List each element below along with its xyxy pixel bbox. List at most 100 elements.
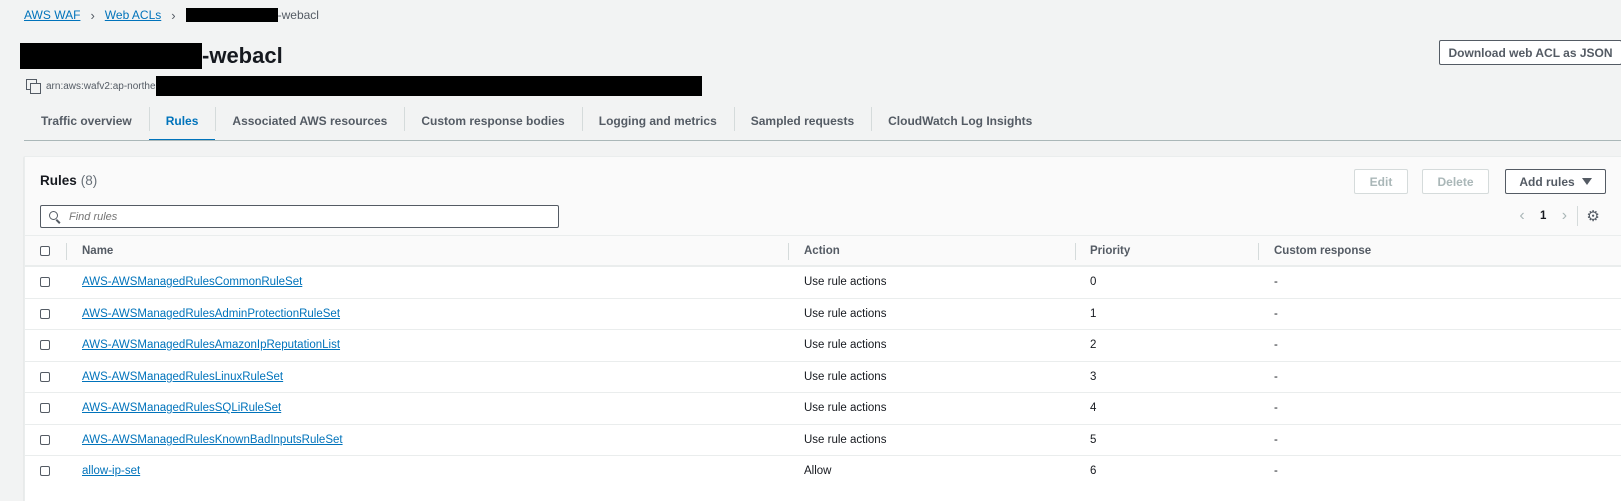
pagination: ‹ 1 › ⚙ — [1515, 206, 1600, 226]
breadcrumb-aws-waf[interactable]: AWS WAF — [24, 8, 80, 22]
tabs-divider — [24, 140, 1621, 141]
rule-name-link[interactable]: AWS-AWSManagedRulesSQLiRuleSet — [82, 402, 281, 414]
rules-table: Name Action Priority Custom response AWS… — [25, 235, 1621, 487]
chevron-right-icon: › — [171, 7, 176, 23]
chevron-right-icon[interactable]: › — [1557, 207, 1571, 225]
search-input[interactable] — [69, 210, 549, 223]
row-checkbox-cell — [40, 425, 50, 456]
row-checkbox[interactable] — [40, 308, 50, 319]
rule-name-link[interactable]: AWS-AWSManagedRulesKnownBadInputsRuleSet — [82, 434, 343, 446]
arn-row: arn:aws:wafv2:ap-northe — [26, 76, 702, 96]
table-row: AWS-AWSManagedRulesKnownBadInputsRuleSet… — [25, 423, 1621, 456]
rule-name-link[interactable]: AWS-AWSManagedRulesCommonRuleSet — [82, 276, 302, 288]
tab-logging-and-metrics[interactable]: Logging and metrics — [581, 101, 734, 141]
rule-priority: 2 — [1090, 339, 1097, 352]
rule-action: Use rule actions — [804, 276, 887, 289]
tab-rules[interactable]: Rules — [148, 101, 216, 141]
table-row: AWS-AWSManagedRulesCommonRuleSet Use rul… — [25, 266, 1621, 298]
page-number[interactable]: 1 — [1540, 210, 1546, 222]
rule-custom-response: - — [1274, 276, 1278, 289]
chevron-right-icon: › — [90, 7, 95, 23]
row-checkbox[interactable] — [40, 277, 50, 288]
rule-name-link[interactable]: AWS-AWSManagedRulesLinuxRuleSet — [82, 371, 283, 383]
rule-name-link[interactable]: AWS-AWSManagedRulesAdminProtectionRuleSe… — [82, 308, 340, 320]
row-checkbox-cell — [40, 299, 50, 330]
breadcrumb-web-acls[interactable]: Web ACLs — [105, 8, 161, 22]
rule-priority: 6 — [1090, 465, 1097, 478]
column-header-priority[interactable]: Priority — [1090, 236, 1130, 265]
table-header: Name Action Priority Custom response — [25, 235, 1621, 266]
row-checkbox[interactable] — [40, 371, 50, 382]
tab-traffic-overview[interactable]: Traffic overview — [24, 101, 149, 141]
column-divider[interactable] — [788, 243, 789, 260]
rule-action: Allow — [804, 465, 832, 478]
rule-action: Use rule actions — [804, 339, 887, 352]
table-row: AWS-AWSManagedRulesAdminProtectionRuleSe… — [25, 297, 1621, 330]
search-box — [40, 205, 559, 228]
rule-custom-response: - — [1274, 465, 1278, 478]
add-rules-button[interactable]: Add rules — [1505, 169, 1606, 194]
row-checkbox[interactable] — [40, 466, 50, 477]
select-all-checkbox[interactable] — [40, 245, 50, 256]
breadcrumb-current: -webacl — [185, 8, 319, 22]
rule-custom-response: - — [1274, 339, 1278, 352]
column-divider[interactable] — [1258, 243, 1259, 260]
rule-priority: 1 — [1090, 307, 1097, 320]
tab-cloudwatch-log-insights[interactable]: CloudWatch Log Insights — [871, 101, 1049, 141]
rules-title: Rules (8) — [40, 173, 97, 188]
rule-custom-response: - — [1274, 433, 1278, 446]
rule-priority: 5 — [1090, 433, 1097, 446]
row-checkbox[interactable] — [40, 403, 50, 414]
rule-priority: 4 — [1090, 402, 1097, 415]
rules-panel: Rules(8) Edit Delete Add rules ‹ 1 › ⚙ N… — [24, 156, 1621, 501]
copy-icon[interactable] — [26, 79, 41, 94]
pager-divider — [1577, 206, 1579, 226]
column-header-name[interactable]: Name — [82, 236, 113, 265]
chevron-left-icon[interactable]: ‹ — [1515, 207, 1529, 225]
search-icon — [49, 210, 61, 223]
row-checkbox-cell — [40, 362, 50, 393]
column-divider — [66, 243, 67, 260]
row-checkbox-cell — [40, 393, 50, 424]
rule-action: Use rule actions — [804, 370, 887, 383]
row-checkbox[interactable] — [40, 434, 50, 445]
row-checkbox[interactable] — [40, 340, 50, 351]
row-checkbox-cell — [40, 267, 50, 298]
row-checkbox-cell — [40, 456, 50, 487]
add-rules-label: Add rules — [1519, 174, 1575, 189]
page-title-suffix: -webacl — [202, 43, 283, 68]
rule-custom-response: - — [1274, 307, 1278, 320]
rule-custom-response: - — [1274, 402, 1278, 415]
rule-name-link[interactable]: allow-ip-set — [82, 465, 140, 477]
rule-priority: 0 — [1090, 276, 1097, 289]
edit-button[interactable]: Edit — [1354, 169, 1408, 194]
download-json-button[interactable]: Download web ACL as JSON — [1439, 40, 1621, 65]
column-header-custom-response[interactable]: Custom response — [1274, 236, 1371, 265]
rule-name-link[interactable]: AWS-AWSManagedRulesAmazonIpReputationLis… — [82, 339, 340, 351]
tab-sampled-requests[interactable]: Sampled requests — [733, 101, 871, 141]
page-title: -webacl — [20, 43, 283, 69]
table-row: AWS-AWSManagedRulesAmazonIpReputationLis… — [25, 329, 1621, 361]
table-row: AWS-AWSManagedRulesLinuxRuleSet Use rule… — [25, 360, 1621, 393]
table-row: allow-ip-set Allow 6 - — [25, 455, 1621, 487]
gear-icon[interactable]: ⚙ — [1586, 207, 1599, 225]
column-header-action[interactable]: Action — [804, 236, 840, 265]
rule-custom-response: - — [1274, 370, 1278, 383]
arn-text: arn:aws:wafv2:ap-northe — [46, 80, 156, 92]
breadcrumb-current-suffix: -webacl — [277, 8, 319, 22]
redacted-block — [185, 8, 278, 22]
table-row: AWS-AWSManagedRulesSQLiRuleSet Use rule … — [25, 392, 1621, 424]
tab-associated-aws-resources[interactable]: Associated AWS resources — [215, 101, 404, 141]
redacted-block — [20, 43, 202, 69]
column-divider[interactable] — [1075, 243, 1076, 260]
tab-bar: Traffic overview Rules Associated AWS re… — [24, 101, 1049, 141]
delete-button[interactable]: Delete — [1422, 169, 1489, 194]
row-checkbox-cell — [40, 330, 50, 361]
tab-custom-response-bodies[interactable]: Custom response bodies — [404, 101, 581, 141]
rules-title-label: Rules — [40, 173, 77, 188]
select-all-checkbox-cell — [40, 236, 50, 265]
redacted-block — [155, 76, 702, 96]
rules-count: (8) — [80, 173, 98, 188]
breadcrumb: AWS WAF › Web ACLs › -webacl — [24, 7, 319, 23]
caret-down-icon — [1581, 178, 1592, 185]
